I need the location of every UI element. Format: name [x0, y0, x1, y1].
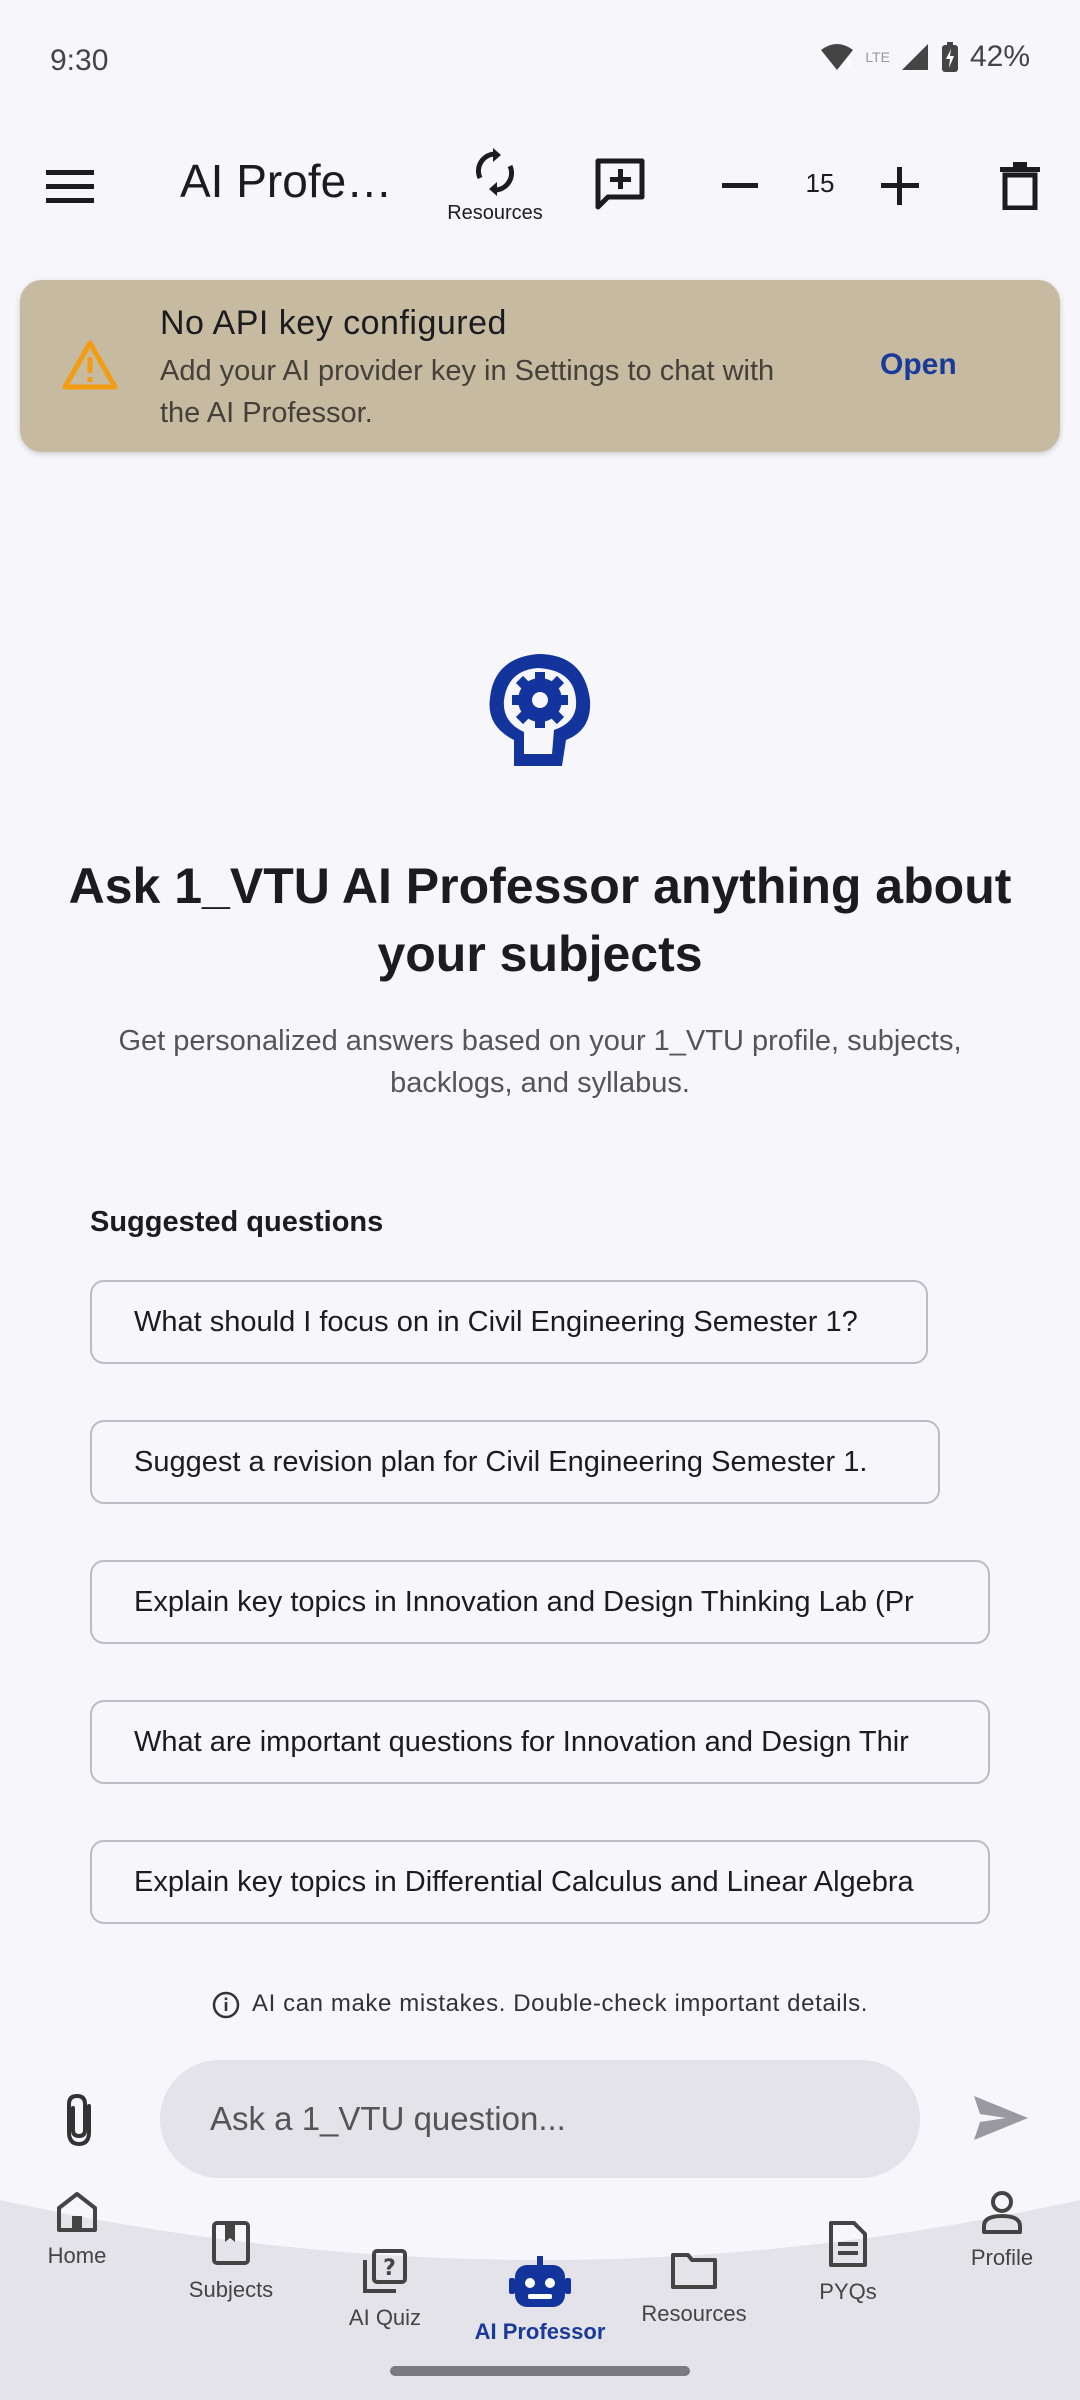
hero-subtitle: Get personalized answers based on your 1…	[118, 1025, 962, 1099]
minus-icon	[722, 183, 758, 188]
send-icon	[974, 2096, 1028, 2140]
nav-home[interactable]: Home	[2, 2190, 152, 2269]
open-settings-button[interactable]: Open	[880, 348, 957, 382]
wifi-icon	[821, 44, 854, 70]
signal-icon	[901, 44, 928, 70]
nav-profile[interactable]: Profile	[927, 2190, 1077, 2271]
suggestion-text: What are important questions for Innovat…	[134, 1726, 909, 1758]
hamburger-icon	[46, 170, 94, 203]
nav-label: AI Professor	[474, 2319, 606, 2344]
warning-icon	[62, 340, 118, 390]
nav-pyqs[interactable]: PYQs	[773, 2220, 923, 2305]
hero-title: Ask 1_VTU AI Professor anything about yo…	[68, 858, 1012, 982]
nav-ai-professor[interactable]: AI Professor	[465, 2256, 615, 2345]
suggestion-text: What should I focus on in Civil Engineer…	[134, 1306, 858, 1338]
info-icon	[212, 1991, 240, 2018]
nav-label: AI Quiz	[348, 2305, 422, 2330]
suggestion-chip[interactable]: Suggest a revision plan for Civil Engine…	[90, 1420, 940, 1504]
robot-icon	[509, 2256, 571, 2307]
add-comment-icon	[595, 158, 645, 210]
zoom-in-button[interactable]	[870, 156, 930, 216]
nav-ai-quiz[interactable]: ? AI Quiz	[310, 2248, 460, 2331]
disclaimer-text: AI can make mistakes. Double-check impor…	[251, 1990, 869, 2017]
suggestion-chip[interactable]: Explain key topics in Innovation and Des…	[90, 1560, 990, 1644]
nav-label: Home	[47, 2243, 107, 2268]
battery-level: 42%	[969, 40, 1030, 73]
suggestion-chip[interactable]: What should I focus on in Civil Engineer…	[90, 1280, 928, 1364]
nav-label: Subjects	[188, 2277, 274, 2302]
suggestion-text: Explain key topics in Innovation and Des…	[134, 1586, 914, 1618]
folder-icon	[671, 2253, 717, 2289]
nav-subjects[interactable]: Subjects	[156, 2220, 306, 2303]
paperclip-icon	[67, 2093, 91, 2147]
banner-message: Add your AI provider key in Settings to …	[160, 355, 775, 429]
nav-resources[interactable]: Resources	[619, 2250, 769, 2327]
person-icon	[982, 2191, 1022, 2234]
suggestion-text: Explain key topics in Differential Calcu…	[134, 1866, 914, 1898]
suggested-questions-heading: Suggested questions	[90, 1206, 384, 1238]
attach-button[interactable]	[50, 2090, 110, 2150]
resources-label: Resources	[447, 202, 543, 224]
delete-chat-button[interactable]	[990, 156, 1050, 216]
trash-icon	[1000, 162, 1040, 210]
send-button[interactable]	[966, 2086, 1036, 2150]
quiz-icon: ?	[363, 2249, 407, 2293]
banner-title: No API key configured	[160, 304, 507, 342]
status-bar: 9:30 LTE 42%	[0, 0, 1080, 124]
book-icon	[212, 2221, 250, 2265]
suggestion-text: Suggest a revision plan for Civil Engine…	[134, 1446, 868, 1478]
plus-icon	[881, 167, 919, 205]
suggestion-chip[interactable]: Explain key topics in Differential Calcu…	[90, 1840, 990, 1924]
resources-button[interactable]	[465, 144, 525, 200]
document-icon	[829, 2221, 867, 2267]
question-input[interactable]	[160, 2060, 920, 2178]
battery-icon	[941, 42, 958, 72]
gesture-handle	[390, 2366, 690, 2376]
zoom-out-button[interactable]	[710, 156, 770, 216]
nav-label: PYQs	[819, 2279, 877, 2304]
nav-label: Profile	[970, 2245, 1034, 2270]
nav-label: Resources	[641, 2301, 747, 2326]
status-time: 9:30	[50, 44, 109, 77]
new-chat-button[interactable]	[590, 154, 650, 214]
suggestion-chip[interactable]: What are important questions for Innovat…	[90, 1700, 990, 1784]
menu-button[interactable]	[40, 156, 100, 216]
zoom-level: 15	[805, 168, 835, 198]
app-bar: AI Profe… Resources 15	[0, 124, 1080, 248]
api-key-banner: No API key configured Add your AI provid…	[20, 280, 1060, 452]
home-icon	[57, 2192, 97, 2232]
lte-icon: LTE	[865, 49, 890, 65]
status-icons: LTE 42%	[819, 40, 1030, 74]
page-title: AI Profe…	[180, 155, 393, 207]
psychology-icon	[489, 654, 591, 766]
ai-disclaimer: AI can make mistakes. Double-check impor…	[0, 1990, 1080, 2019]
svg-text:?: ?	[383, 2256, 396, 2281]
sync-icon	[476, 148, 514, 196]
